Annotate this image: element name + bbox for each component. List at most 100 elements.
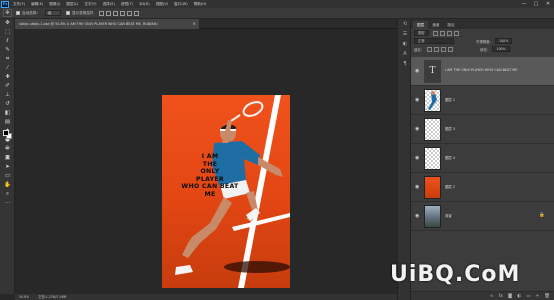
maximize-icon[interactable]: □ — [530, 0, 542, 8]
show-transform-checkbox[interactable] — [65, 11, 70, 15]
menu-window[interactable]: 窗口(W) — [174, 2, 188, 7]
gradient-tool-icon[interactable]: ▤ — [0, 118, 15, 127]
menu-view[interactable]: 视图(V) — [156, 2, 168, 7]
quick-select-tool-icon[interactable]: ✎ — [0, 46, 15, 55]
tab-paths[interactable]: 路径 — [443, 21, 458, 29]
poster-text-block: I AM THE ONLY PLAYER WHO CAN BEAT ME — [168, 153, 252, 198]
document-canvas[interactable]: I AM THE ONLY PLAYER WHO CAN BEAT ME — [162, 95, 290, 288]
history-brush-tool-icon[interactable]: ↺ — [0, 100, 15, 109]
adjustments-panel-icon[interactable]: ◐ — [398, 39, 412, 49]
add-mask-icon[interactable]: ◙ — [508, 294, 512, 299]
menu-type[interactable]: 文字(Y) — [84, 2, 96, 7]
menu-file[interactable]: 文件(F) — [13, 2, 25, 7]
eraser-tool-icon[interactable]: ◧ — [0, 109, 15, 118]
lock-position-icon[interactable] — [441, 46, 447, 52]
layer-style-icon[interactable]: fx — [499, 294, 503, 299]
more-tools-icon[interactable]: ⋯ — [0, 199, 15, 208]
fill-input[interactable]: 100% — [492, 46, 510, 52]
minimize-icon[interactable]: — — [518, 0, 530, 8]
hand-tool-icon[interactable]: ✋ — [0, 181, 15, 190]
crop-tool-icon[interactable]: ⌗ — [0, 55, 15, 64]
path-select-tool-icon[interactable]: ➤ — [0, 163, 15, 172]
zoom-level[interactable]: 50.8% — [19, 295, 29, 299]
layer-name[interactable]: I AM THE ONLY PLAYER WHO CAN BEAT ME — [445, 68, 517, 72]
new-layer-icon[interactable]: + — [536, 294, 540, 299]
menu-help[interactable]: 帮助(H) — [194, 2, 207, 7]
lock-image-icon[interactable] — [434, 46, 440, 52]
tab-channels[interactable]: 通道 — [428, 21, 443, 29]
layer-kind-select[interactable]: 类型 — [414, 30, 429, 36]
layer-name[interactable]: 图层 4 — [445, 155, 455, 160]
visibility-eye-icon[interactable]: ◉ — [415, 97, 419, 103]
document-tab[interactable]: ubbjx-ubbjx-1.psd @ 50.8% (I AM THE ONLY… — [15, 19, 199, 29]
menu-3d[interactable]: 3D(D) — [139, 2, 150, 6]
filter-type-icon[interactable] — [446, 30, 452, 36]
auto-select-target-select[interactable]: 组 — [44, 10, 61, 16]
menu-image[interactable]: 图像(I) — [49, 2, 60, 7]
visibility-eye-icon[interactable]: ◉ — [415, 126, 419, 132]
document-tab-bar: ubbjx-ubbjx-1.psd @ 50.8% (I AM THE ONLY… — [15, 19, 397, 29]
visibility-eye-icon[interactable]: ◉ — [415, 184, 419, 190]
tab-layers[interactable]: 图层 — [413, 21, 429, 29]
lock-all-icon[interactable] — [448, 46, 454, 52]
adjustment-layer-icon[interactable]: ◐ — [517, 294, 521, 299]
move-tool-icon[interactable]: ✥ — [0, 19, 15, 28]
align-center-icon[interactable] — [126, 10, 132, 16]
filter-adjust-icon[interactable] — [439, 30, 445, 36]
character-panel-icon[interactable]: A — [398, 49, 412, 59]
healing-brush-tool-icon[interactable]: ✚ — [0, 73, 15, 82]
align-left-icon[interactable] — [119, 10, 125, 16]
delete-layer-icon[interactable]: 🗑 — [544, 294, 550, 299]
visibility-eye-icon[interactable]: ◉ — [415, 155, 419, 161]
properties-panel-icon[interactable]: ☰ — [398, 29, 412, 39]
auto-select-checkbox[interactable] — [16, 11, 20, 15]
menu-edit[interactable]: 编辑(E) — [31, 2, 43, 7]
layer-row[interactable]: ◉ 图层 3 — [411, 115, 554, 144]
lasso-tool-icon[interactable]: ℓ — [0, 37, 15, 46]
move-tool-preset-icon[interactable]: ✥ — [3, 9, 12, 17]
visibility-eye-icon[interactable]: ◉ — [415, 213, 419, 219]
layer-row[interactable]: ◉ 图层 4 — [411, 144, 554, 173]
close-window-icon[interactable]: ✕ — [542, 0, 554, 8]
layer-row[interactable]: ◉ 图层 2 — [411, 173, 554, 202]
layer-name[interactable]: 图层 3 — [445, 126, 455, 131]
screen-mode-icon[interactable]: ▣ — [0, 154, 15, 163]
zoom-tool-icon[interactable]: ⌕ — [0, 190, 15, 199]
menu-layer[interactable]: 图层(L) — [66, 2, 78, 7]
layer-row[interactable]: ◉ T I AM THE ONLY PLAYER WHO CAN BEAT ME — [411, 57, 554, 86]
menu-select[interactable]: 选择(S) — [103, 2, 115, 7]
filter-shape-icon[interactable] — [453, 30, 459, 36]
align-right-icon[interactable] — [133, 10, 139, 16]
history-panel-icon[interactable]: ⟲ — [398, 19, 412, 29]
lock-icon: 🔒 — [539, 213, 545, 218]
quick-mask-icon[interactable]: ◎ — [0, 144, 15, 153]
blend-mode-select[interactable]: 正常 — [414, 38, 454, 44]
brush-tool-icon[interactable]: ✐ — [0, 82, 15, 91]
paragraph-panel-icon[interactable]: ¶ — [398, 59, 412, 69]
layer-thumbnail — [424, 176, 441, 199]
lock-transparent-icon[interactable] — [427, 46, 433, 52]
align-top-icon[interactable] — [98, 10, 104, 16]
eyedropper-tool-icon[interactable]: ⁄ — [0, 64, 15, 73]
menu-filter[interactable]: 滤镜(T) — [121, 2, 133, 7]
marquee-tool-icon[interactable]: ⬚ — [0, 28, 15, 37]
close-tab-icon[interactable]: × — [193, 19, 196, 29]
tennis-racket — [230, 101, 264, 122]
layer-name[interactable]: 图层 2 — [445, 184, 455, 189]
shape-tool-icon[interactable]: ▭ — [0, 172, 15, 181]
layer-row[interactable]: ◉ 背景 🔒 — [411, 202, 554, 231]
opacity-input[interactable]: 100% — [494, 38, 513, 44]
stamp-tool-icon[interactable]: ⊥ — [0, 91, 15, 100]
workspace[interactable]: I AM THE ONLY PLAYER WHO CAN BEAT ME — [15, 29, 397, 294]
filter-pixel-icon[interactable] — [432, 30, 438, 36]
layer-name[interactable]: 图层 1 — [445, 97, 455, 102]
align-bottom-icon[interactable] — [112, 10, 118, 16]
link-layers-icon[interactable]: ∞ — [490, 294, 494, 299]
layer-list: ◉ T I AM THE ONLY PLAYER WHO CAN BEAT ME… — [411, 57, 554, 237]
align-middle-icon[interactable] — [105, 10, 111, 16]
foreground-color-swatch[interactable] — [3, 130, 9, 136]
layer-row[interactable]: ◉ 图层 1 — [411, 86, 554, 115]
visibility-eye-icon[interactable]: ◉ — [415, 68, 419, 74]
new-group-icon[interactable]: ▭ — [526, 294, 530, 299]
layer-name[interactable]: 背景 — [445, 213, 452, 218]
